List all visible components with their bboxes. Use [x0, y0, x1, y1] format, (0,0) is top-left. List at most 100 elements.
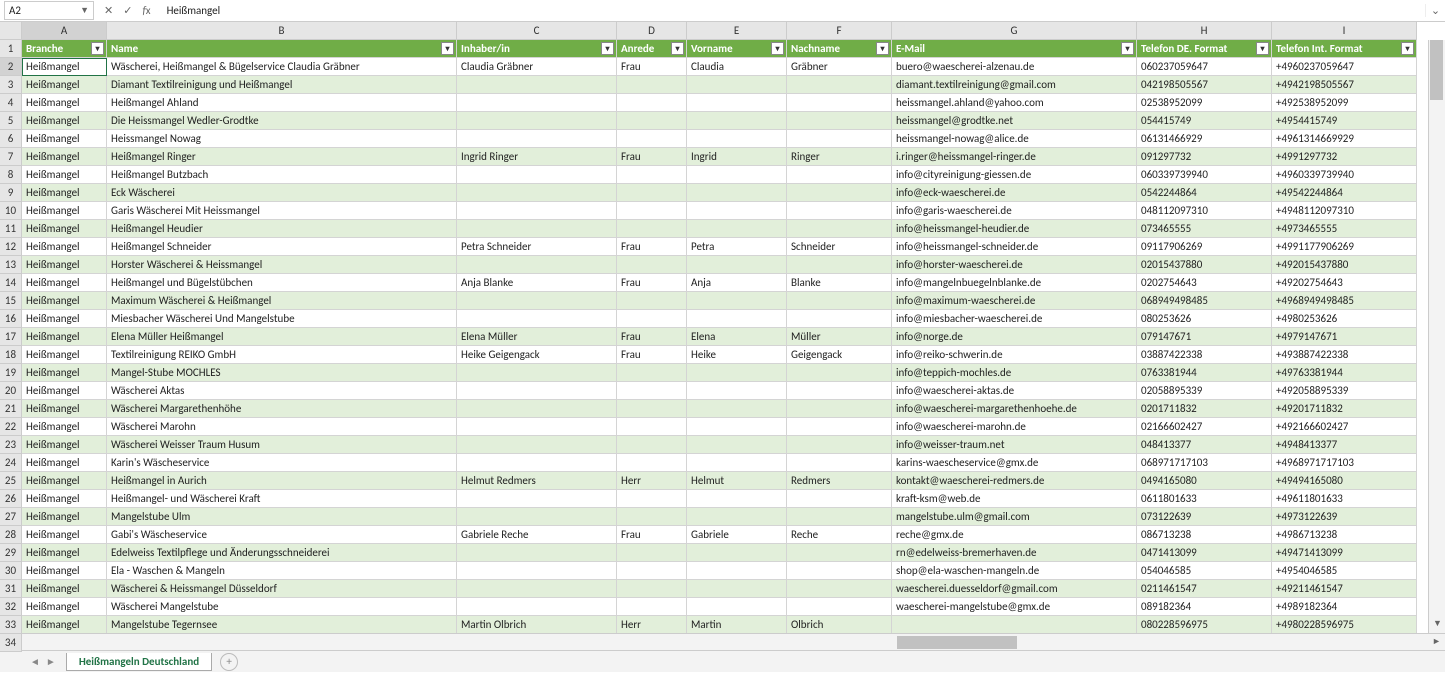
cell[interactable] [687, 454, 787, 472]
sheet-tab-active[interactable]: Heißmangeln Deutschland [66, 653, 212, 671]
cell[interactable]: +4960237059647 [1272, 58, 1417, 76]
cell[interactable]: Reche [787, 526, 892, 544]
cell[interactable] [787, 400, 892, 418]
row-header[interactable]: 32 [0, 598, 22, 616]
cell[interactable]: 02538952099 [1137, 94, 1272, 112]
cell[interactable]: info@miesbacher-waescherei.de [892, 310, 1137, 328]
cell[interactable]: shop@ela-waschen-mangeln.de [892, 562, 1137, 580]
cell[interactable]: Gabriele [687, 526, 787, 544]
cell[interactable]: +492538952099 [1272, 94, 1417, 112]
cell[interactable] [787, 508, 892, 526]
cell[interactable]: Heißmangel Heudier [107, 220, 457, 238]
cell[interactable] [787, 94, 892, 112]
cell[interactable]: 0471413099 [1137, 544, 1272, 562]
row-header[interactable]: 18 [0, 346, 22, 364]
cell[interactable] [457, 112, 617, 130]
row-header[interactable]: 1 [0, 40, 22, 58]
cell[interactable]: Heißmangel [22, 292, 107, 310]
cell[interactable] [457, 436, 617, 454]
table-header-cell[interactable]: Nachname▾ [787, 40, 892, 58]
cell[interactable]: Heißmangel [22, 400, 107, 418]
cell[interactable]: 0494165080 [1137, 472, 1272, 490]
cell[interactable] [457, 418, 617, 436]
cell[interactable] [787, 202, 892, 220]
cell[interactable] [687, 310, 787, 328]
cell[interactable] [687, 364, 787, 382]
cell[interactable] [687, 598, 787, 616]
cell[interactable]: karins-waescheservice@gmx.de [892, 454, 1137, 472]
filter-icon[interactable]: ▾ [1256, 42, 1269, 55]
row-header[interactable]: 31 [0, 580, 22, 598]
row-header[interactable]: 26 [0, 490, 22, 508]
cell[interactable]: Diamant Textilreinigung und Heißmangel [107, 76, 457, 94]
cell[interactable] [617, 400, 687, 418]
cell[interactable]: 0211461547 [1137, 580, 1272, 598]
cell[interactable]: Heißmangel Butzbach [107, 166, 457, 184]
cell[interactable]: Heißmangel [22, 490, 107, 508]
cell[interactable]: Wäscherei Marohn [107, 418, 457, 436]
cell[interactable]: Herr [617, 616, 687, 634]
cell[interactable]: +4980253626 [1272, 310, 1417, 328]
cell[interactable] [687, 580, 787, 598]
cell[interactable]: +49211461547 [1272, 580, 1417, 598]
row-header[interactable]: 13 [0, 256, 22, 274]
cell[interactable] [687, 220, 787, 238]
cell[interactable]: Mangelstube Ulm [107, 508, 457, 526]
cell[interactable]: +4989182364 [1272, 598, 1417, 616]
cell[interactable]: info@waescherei-aktas.de [892, 382, 1137, 400]
cell[interactable]: +4968971717103 [1272, 454, 1417, 472]
cell[interactable]: 03887422338 [1137, 346, 1272, 364]
cell[interactable]: +4961314669929 [1272, 130, 1417, 148]
cell[interactable]: waescherei-mangelstube@gmx.de [892, 598, 1137, 616]
cell[interactable]: +4973122639 [1272, 508, 1417, 526]
cell[interactable]: Petra Schneider [457, 238, 617, 256]
cell[interactable]: Gabi's Wäscheservice [107, 526, 457, 544]
cell[interactable]: Helmut [687, 472, 787, 490]
cell[interactable]: 06131466929 [1137, 130, 1272, 148]
row-header[interactable]: 15 [0, 292, 22, 310]
column-header[interactable]: C [457, 22, 617, 40]
cell[interactable] [787, 418, 892, 436]
cell[interactable] [457, 364, 617, 382]
cell[interactable] [687, 418, 787, 436]
cell[interactable]: Heißmangel [22, 202, 107, 220]
column-header[interactable]: E [687, 22, 787, 40]
cell[interactable]: Textilreinigung REIKO GmbH [107, 346, 457, 364]
cell[interactable] [787, 580, 892, 598]
cell[interactable]: Heißmangel [22, 328, 107, 346]
cell[interactable]: +493887422338 [1272, 346, 1417, 364]
row-header[interactable]: 27 [0, 508, 22, 526]
cell[interactable] [617, 508, 687, 526]
vertical-scrollbar[interactable]: ▼ [1428, 40, 1445, 633]
cell[interactable]: +49202754643 [1272, 274, 1417, 292]
tab-nav[interactable]: ◄► [30, 655, 56, 668]
row-header[interactable]: 30 [0, 562, 22, 580]
cell[interactable]: 0542244864 [1137, 184, 1272, 202]
cell[interactable]: Olbrich [787, 616, 892, 634]
cell[interactable] [787, 256, 892, 274]
cell[interactable]: Frau [617, 526, 687, 544]
cell[interactable] [892, 616, 1137, 634]
row-header[interactable]: 20 [0, 382, 22, 400]
cell[interactable]: Heißmangel [22, 346, 107, 364]
cell[interactable]: 080228596975 [1137, 616, 1272, 634]
filter-icon[interactable]: ▾ [876, 42, 889, 55]
cell[interactable]: info@maximum-waescherei.de [892, 292, 1137, 310]
cell[interactable] [457, 598, 617, 616]
table-header-cell[interactable]: Anrede▾ [617, 40, 687, 58]
cell[interactable] [617, 220, 687, 238]
horizontal-scrollbar[interactable]: ◄ ► [0, 633, 1445, 650]
cell[interactable]: Claudia [687, 58, 787, 76]
cell[interactable]: Heißmangel [22, 166, 107, 184]
cell[interactable]: +49763381944 [1272, 364, 1417, 382]
cell[interactable]: kontakt@waescherei-redmers.de [892, 472, 1137, 490]
cell[interactable]: Wäscherei Margarethenhöhe [107, 400, 457, 418]
table-header-cell[interactable]: Telefon DE. Format▾ [1137, 40, 1272, 58]
cell[interactable]: 02058895339 [1137, 382, 1272, 400]
cell[interactable]: +49471413099 [1272, 544, 1417, 562]
cell[interactable]: Heißmangel [22, 418, 107, 436]
cell[interactable]: info@eck-waescherei.de [892, 184, 1137, 202]
cell[interactable] [787, 220, 892, 238]
cell[interactable]: +4979147671 [1272, 328, 1417, 346]
cell[interactable] [457, 292, 617, 310]
